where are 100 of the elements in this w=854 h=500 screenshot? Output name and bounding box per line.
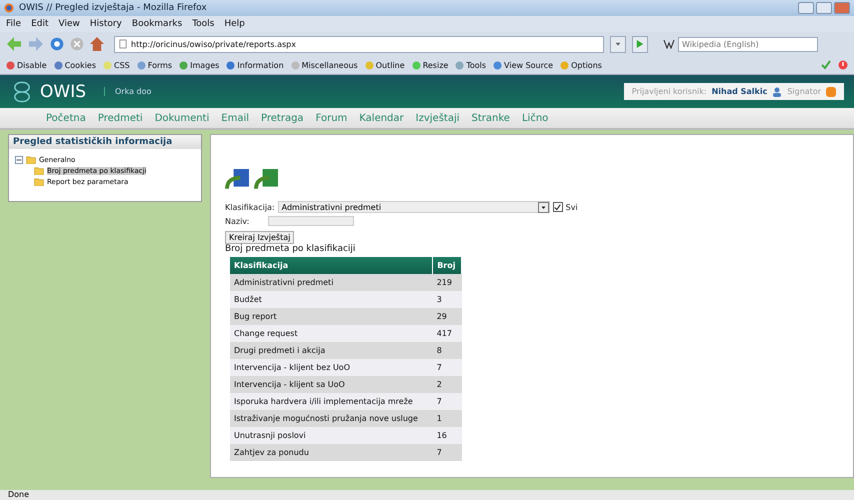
toolbar-button[interactable]: Cookies	[54, 60, 96, 70]
table-cell: 1	[432, 410, 462, 427]
menu-item[interactable]: History	[90, 19, 122, 29]
addon-icon	[6, 60, 15, 70]
minimize-button[interactable]	[798, 2, 814, 14]
nav-link[interactable]: Dokumenti	[154, 112, 210, 124]
toolbar-button[interactable]: Forms	[136, 60, 172, 70]
toolbar-button[interactable]: CSS	[103, 60, 130, 70]
toolbar-button[interactable]: Outline	[364, 60, 405, 70]
toolbar-button[interactable]: Miscellaneous	[290, 60, 358, 70]
table-cell: Intervencija - klijent bez UoO	[230, 359, 433, 376]
nav-link[interactable]: Stranke	[472, 112, 510, 124]
table-cell: Isporuka hardvera i/ili implementacija mreže	[230, 393, 433, 410]
table-cell: 29	[432, 308, 462, 325]
nav-link[interactable]: Predmeti	[98, 112, 143, 124]
checkbox-label: Svi	[566, 202, 578, 212]
toolbar-button[interactable]: View Source	[493, 60, 554, 70]
addon-icon	[455, 60, 464, 70]
table-cell: Istraživanje mogućnosti pružanja nove usluge	[230, 410, 433, 427]
all-checkbox[interactable]	[552, 202, 563, 212]
addon-icon	[179, 60, 188, 70]
addon-icon	[136, 60, 146, 70]
stop-icon	[70, 37, 84, 51]
folder-icon	[25, 155, 37, 164]
toolbar-button[interactable]: Options	[560, 60, 602, 70]
dropdown-button[interactable]	[610, 36, 626, 52]
table-cell: Drugi predmeti i akcija	[230, 342, 433, 359]
nav-link[interactable]: Lično	[522, 112, 548, 124]
menu-item[interactable]: Tools	[192, 19, 214, 29]
toolbar-button[interactable]: Disable	[6, 60, 47, 70]
table-cell: Intervencija - klijent sa UoO	[230, 376, 433, 393]
table-cell: 7	[432, 393, 462, 410]
table-cell: 3	[432, 291, 462, 308]
addon-icon	[364, 60, 374, 70]
folder-icon	[33, 177, 45, 186]
classification-select[interactable]: Administrativni predmeti	[278, 201, 550, 213]
toolbar-button[interactable]: Images	[179, 60, 220, 70]
toolbar-button[interactable]: Resize	[412, 60, 448, 70]
addon-icon	[493, 60, 502, 70]
nav-link[interactable]: Kalendar	[359, 112, 404, 124]
collapse-icon[interactable]	[15, 156, 23, 164]
table-cell: Budžet	[230, 291, 433, 308]
go-button[interactable]	[632, 36, 648, 52]
column-header: Broj	[432, 257, 462, 274]
restore-button[interactable]	[816, 2, 832, 14]
table-cell: Bug report	[230, 308, 433, 325]
alert-icon	[838, 60, 848, 70]
wikipedia-icon	[662, 39, 676, 49]
table-cell: Zahtjev za ponudu	[230, 444, 433, 461]
toolbar-button[interactable]: Information	[226, 60, 284, 70]
table-cell: 8	[432, 342, 462, 359]
caret-icon	[615, 41, 621, 47]
user-label: Prijavljeni korisnik:	[632, 87, 707, 96]
nav-link[interactable]: Forum	[316, 112, 348, 124]
table-cell: 2	[432, 376, 462, 393]
report-title: Broj predmeta po klasifikaciji	[225, 244, 356, 254]
field-label: Klasifikacija:	[225, 202, 275, 212]
home-icon	[90, 37, 104, 51]
menu-item[interactable]: View	[58, 19, 80, 29]
toolbar-button[interactable]: Tools	[455, 60, 486, 70]
nav-link[interactable]: Pretraga	[261, 112, 304, 124]
create-report-button[interactable]: Kreiraj Izvještaj	[225, 231, 294, 244]
excel-export-icon	[254, 169, 280, 191]
field-label: Naziv:	[225, 216, 250, 226]
reload-icon	[50, 37, 64, 51]
nav-link[interactable]: Email	[221, 112, 250, 124]
folder-icon	[33, 166, 45, 175]
play-icon	[636, 40, 644, 48]
addon-icon	[226, 60, 236, 70]
menu-item[interactable]: File	[6, 19, 22, 29]
nav-link[interactable]: Izvještaji	[416, 112, 460, 124]
addon-icon	[290, 60, 300, 70]
table-cell: 16	[432, 427, 462, 444]
nav-link[interactable]: Početna	[46, 112, 86, 124]
menu-item[interactable]: Edit	[31, 19, 48, 29]
table-cell: Change request	[230, 325, 433, 342]
table-cell: 7	[432, 444, 462, 461]
checkmark-icon	[554, 204, 562, 210]
browser-icon	[4, 3, 14, 13]
sidebar-title: Pregled statističkih informacija	[9, 135, 201, 149]
company-name: Orka doo	[104, 87, 152, 96]
forward-icon	[28, 37, 44, 51]
table-cell: 7	[432, 359, 462, 376]
menu-item[interactable]: Bookmarks	[132, 19, 182, 29]
table-cell: Administrativni predmeti	[230, 274, 433, 291]
search-field[interactable]: Wikipedia (English)	[678, 36, 818, 52]
menu-item[interactable]: Help	[224, 19, 245, 29]
table-cell: 219	[432, 274, 462, 291]
addon-icon	[412, 60, 421, 70]
word-export-icon	[225, 169, 251, 191]
close-button[interactable]	[834, 2, 850, 14]
user-role: Signator	[787, 87, 821, 96]
back-icon	[6, 37, 22, 51]
logo: OWIS	[40, 82, 86, 102]
table-cell: 417	[432, 325, 462, 342]
addon-icon	[103, 60, 112, 70]
name-input[interactable]	[268, 216, 354, 226]
addon-icon	[54, 60, 63, 70]
address-field[interactable]: http://oricinus/owiso/private/reports.aspx	[114, 36, 604, 52]
window-title: OWIS // Pregled izvještaja - Mozilla Firefox	[19, 3, 207, 13]
